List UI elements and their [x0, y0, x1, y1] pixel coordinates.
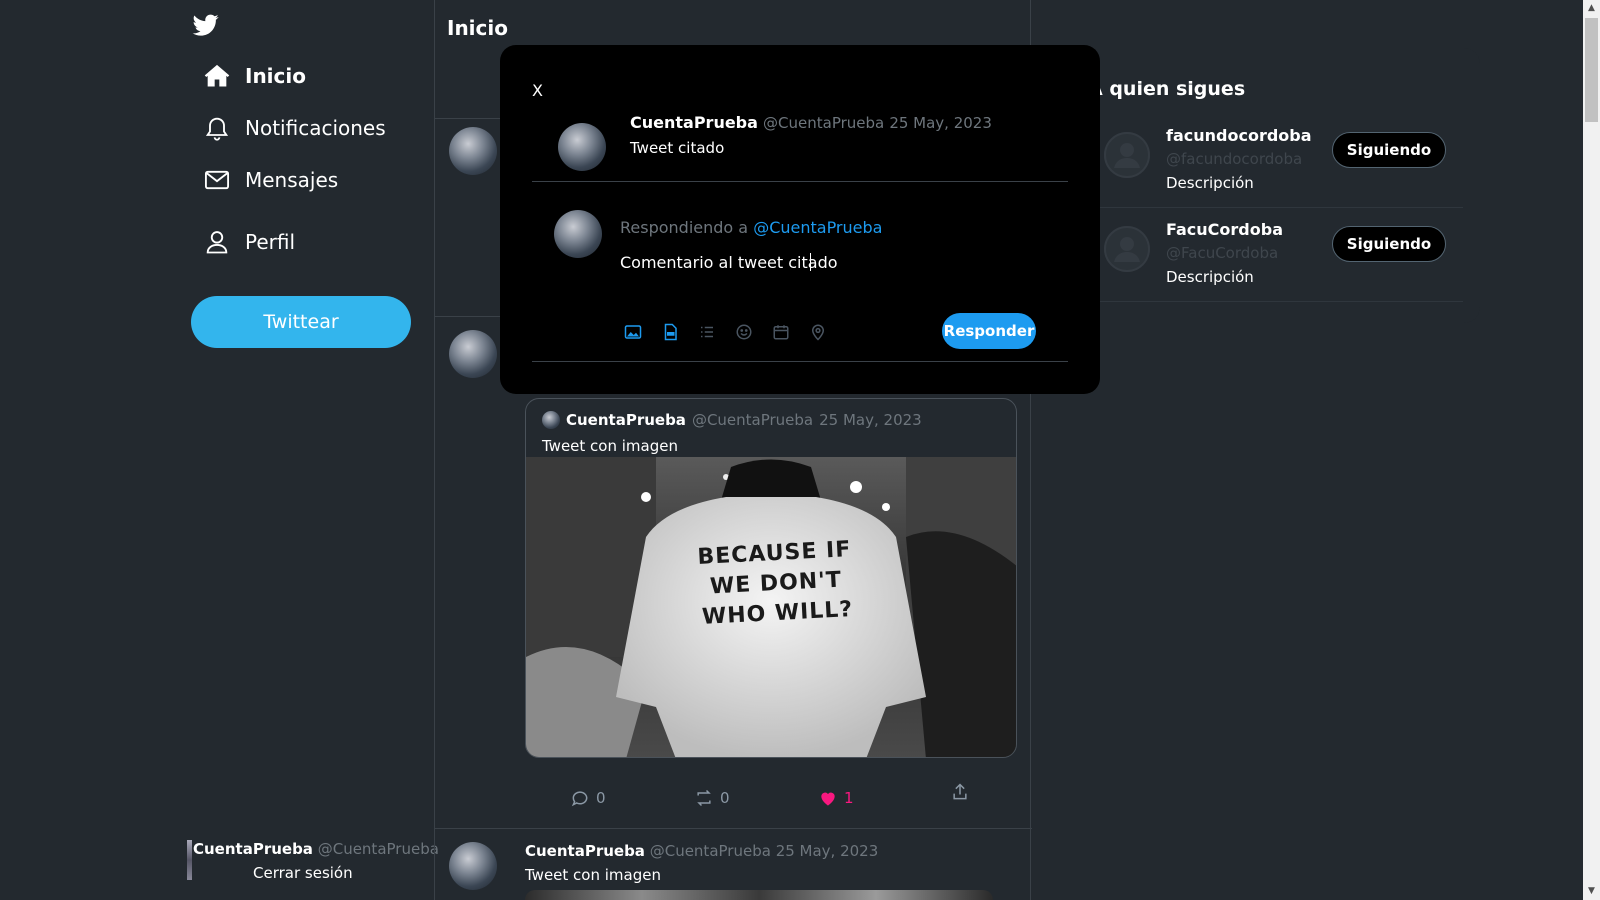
account-line: CuentaPrueba @CuentaPrueba — [193, 840, 439, 858]
follow-description: Descripción — [1166, 174, 1254, 192]
nav-item-perfil[interactable]: Perfil — [203, 228, 295, 256]
quoted-tweet-header: CuentaPrueba @CuentaPrueba 25 May, 2023 — [542, 411, 922, 429]
author-handle: @CuentaPrueba — [691, 411, 814, 429]
author-handle: @CuentaPrueba — [649, 842, 771, 860]
mail-icon — [204, 170, 230, 190]
tweet-image[interactable] — [525, 890, 993, 900]
like-action[interactable]: 1 — [818, 788, 854, 808]
avatar — [558, 123, 606, 171]
share-icon — [953, 783, 967, 800]
tweet-date: 25 May, 2023 — [819, 411, 922, 429]
follow-name: facundocordoba — [1166, 126, 1312, 145]
page-scrollbar[interactable]: ▲ ▼ — [1583, 0, 1600, 900]
follow-handle: @FacuCordoba — [1166, 244, 1279, 262]
quoted-tweet-header: CuentaPrueba @CuentaPrueba 25 May, 2023 — [630, 113, 992, 132]
retweet-action[interactable]: 0 — [694, 788, 730, 808]
divider — [532, 181, 1068, 182]
avatar — [554, 210, 602, 258]
quoted-tweet-card[interactable]: CuentaPrueba @CuentaPrueba 25 May, 2023 … — [525, 398, 1017, 758]
panel-title: A quien sigues — [1088, 78, 1246, 100]
emoji-icon[interactable] — [735, 321, 772, 343]
default-avatar-icon — [1104, 226, 1150, 272]
replying-prefix: Respondiendo a — [620, 218, 749, 237]
following-button[interactable]: Siguiendo — [1332, 132, 1446, 168]
tweet-date: 25 May, 2023 — [889, 114, 992, 132]
location-icon[interactable] — [809, 321, 846, 343]
reply-count: 0 — [596, 789, 606, 807]
author-name: CuentaPrueba — [566, 411, 686, 429]
nav-label: Perfil — [245, 230, 296, 254]
nav-label: Mensajes — [245, 168, 339, 192]
poll-icon[interactable] — [698, 321, 735, 343]
nav-label: Notificaciones — [245, 116, 386, 140]
text-caret — [810, 253, 811, 271]
reply-action[interactable]: 0 — [570, 788, 606, 808]
nav-item-notificaciones[interactable]: Notificaciones — [203, 114, 386, 142]
tweet-text: Tweet con imagen — [525, 866, 661, 884]
who-you-follow-panel: A quien sigues facundocordoba @facundoco… — [1064, 48, 1480, 323]
compose-toolbar — [624, 321, 846, 343]
follow-description: Descripción — [1166, 268, 1254, 286]
shirt-text: BECAUSE IF WE DON'T WHO WILL? — [674, 534, 878, 634]
user-icon — [206, 231, 228, 254]
retweet-count: 0 — [720, 789, 730, 807]
nav-item-inicio[interactable]: Inicio — [203, 62, 306, 90]
follow-item[interactable]: FacuCordoba @FacuCordoba Descripción Sig… — [1088, 210, 1463, 302]
close-button[interactable]: X — [532, 81, 543, 100]
avatar[interactable] — [449, 127, 497, 175]
quoted-tweet-text: Tweet citado — [630, 139, 725, 157]
following-button[interactable]: Siguiendo — [1332, 226, 1446, 262]
like-count: 1 — [844, 789, 854, 807]
bell-icon — [205, 117, 229, 141]
author-handle: @CuentaPrueba — [763, 114, 885, 132]
tweet-button[interactable]: Twittear — [191, 296, 411, 348]
schedule-icon[interactable] — [772, 321, 809, 343]
tweet-actions: 0 0 1 — [570, 783, 970, 812]
tweet[interactable]: CuentaPrueba @CuentaPrueba 25 May, 2023 … — [435, 828, 1032, 900]
scroll-up-icon[interactable]: ▲ — [1586, 3, 1597, 14]
author-name: CuentaPrueba — [525, 842, 645, 860]
replying-handle-link[interactable]: @CuentaPrueba — [753, 218, 882, 237]
tweet-text: Tweet con imagen — [542, 437, 678, 455]
comment-icon — [571, 791, 588, 807]
follow-item[interactable]: facundocordoba @facundocordoba Descripci… — [1088, 116, 1463, 208]
account-name: CuentaPrueba — [193, 840, 313, 858]
tweet-date: 25 May, 2023 — [775, 842, 879, 860]
tweet-header: CuentaPrueba @CuentaPrueba 25 May, 2023 — [525, 842, 878, 860]
page-title: Inicio — [447, 16, 508, 40]
image-icon[interactable] — [624, 321, 661, 343]
follow-handle: @facundocordoba — [1166, 150, 1303, 168]
heart-icon — [821, 792, 835, 806]
home-icon — [204, 64, 230, 87]
account-switcher[interactable]: CuentaPrueba @CuentaPrueba Cerrar sesión — [187, 838, 439, 888]
left-sidebar: Inicio Notificaciones Mensajes Perfil Tw… — [187, 0, 439, 900]
default-avatar-icon — [1104, 132, 1150, 178]
gif-icon[interactable] — [661, 321, 698, 343]
twitter-logo-icon[interactable] — [191, 12, 221, 38]
avatar — [542, 411, 560, 429]
scroll-down-icon[interactable]: ▼ — [1586, 886, 1597, 897]
nav-item-mensajes[interactable]: Mensajes — [203, 166, 338, 194]
scrollbar-thumb[interactable] — [1585, 18, 1598, 122]
share-action[interactable] — [950, 782, 970, 802]
retweet-icon — [697, 789, 711, 807]
nav-label: Inicio — [245, 64, 306, 88]
account-handle: @CuentaPrueba — [317, 840, 439, 858]
avatar — [187, 840, 192, 880]
avatar[interactable] — [449, 842, 497, 890]
avatar[interactable] — [449, 330, 497, 378]
reply-input[interactable] — [620, 248, 1020, 276]
respond-button[interactable]: Responder — [942, 313, 1036, 349]
reply-modal: X CuentaPrueba @CuentaPrueba 25 May, 202… — [500, 45, 1100, 394]
follow-name: FacuCordoba — [1166, 220, 1283, 239]
logout-button[interactable]: Cerrar sesión — [253, 864, 353, 882]
divider — [532, 361, 1068, 362]
replying-to: Respondiendo a @CuentaPrueba — [620, 218, 882, 237]
author-name: CuentaPrueba — [630, 113, 758, 132]
